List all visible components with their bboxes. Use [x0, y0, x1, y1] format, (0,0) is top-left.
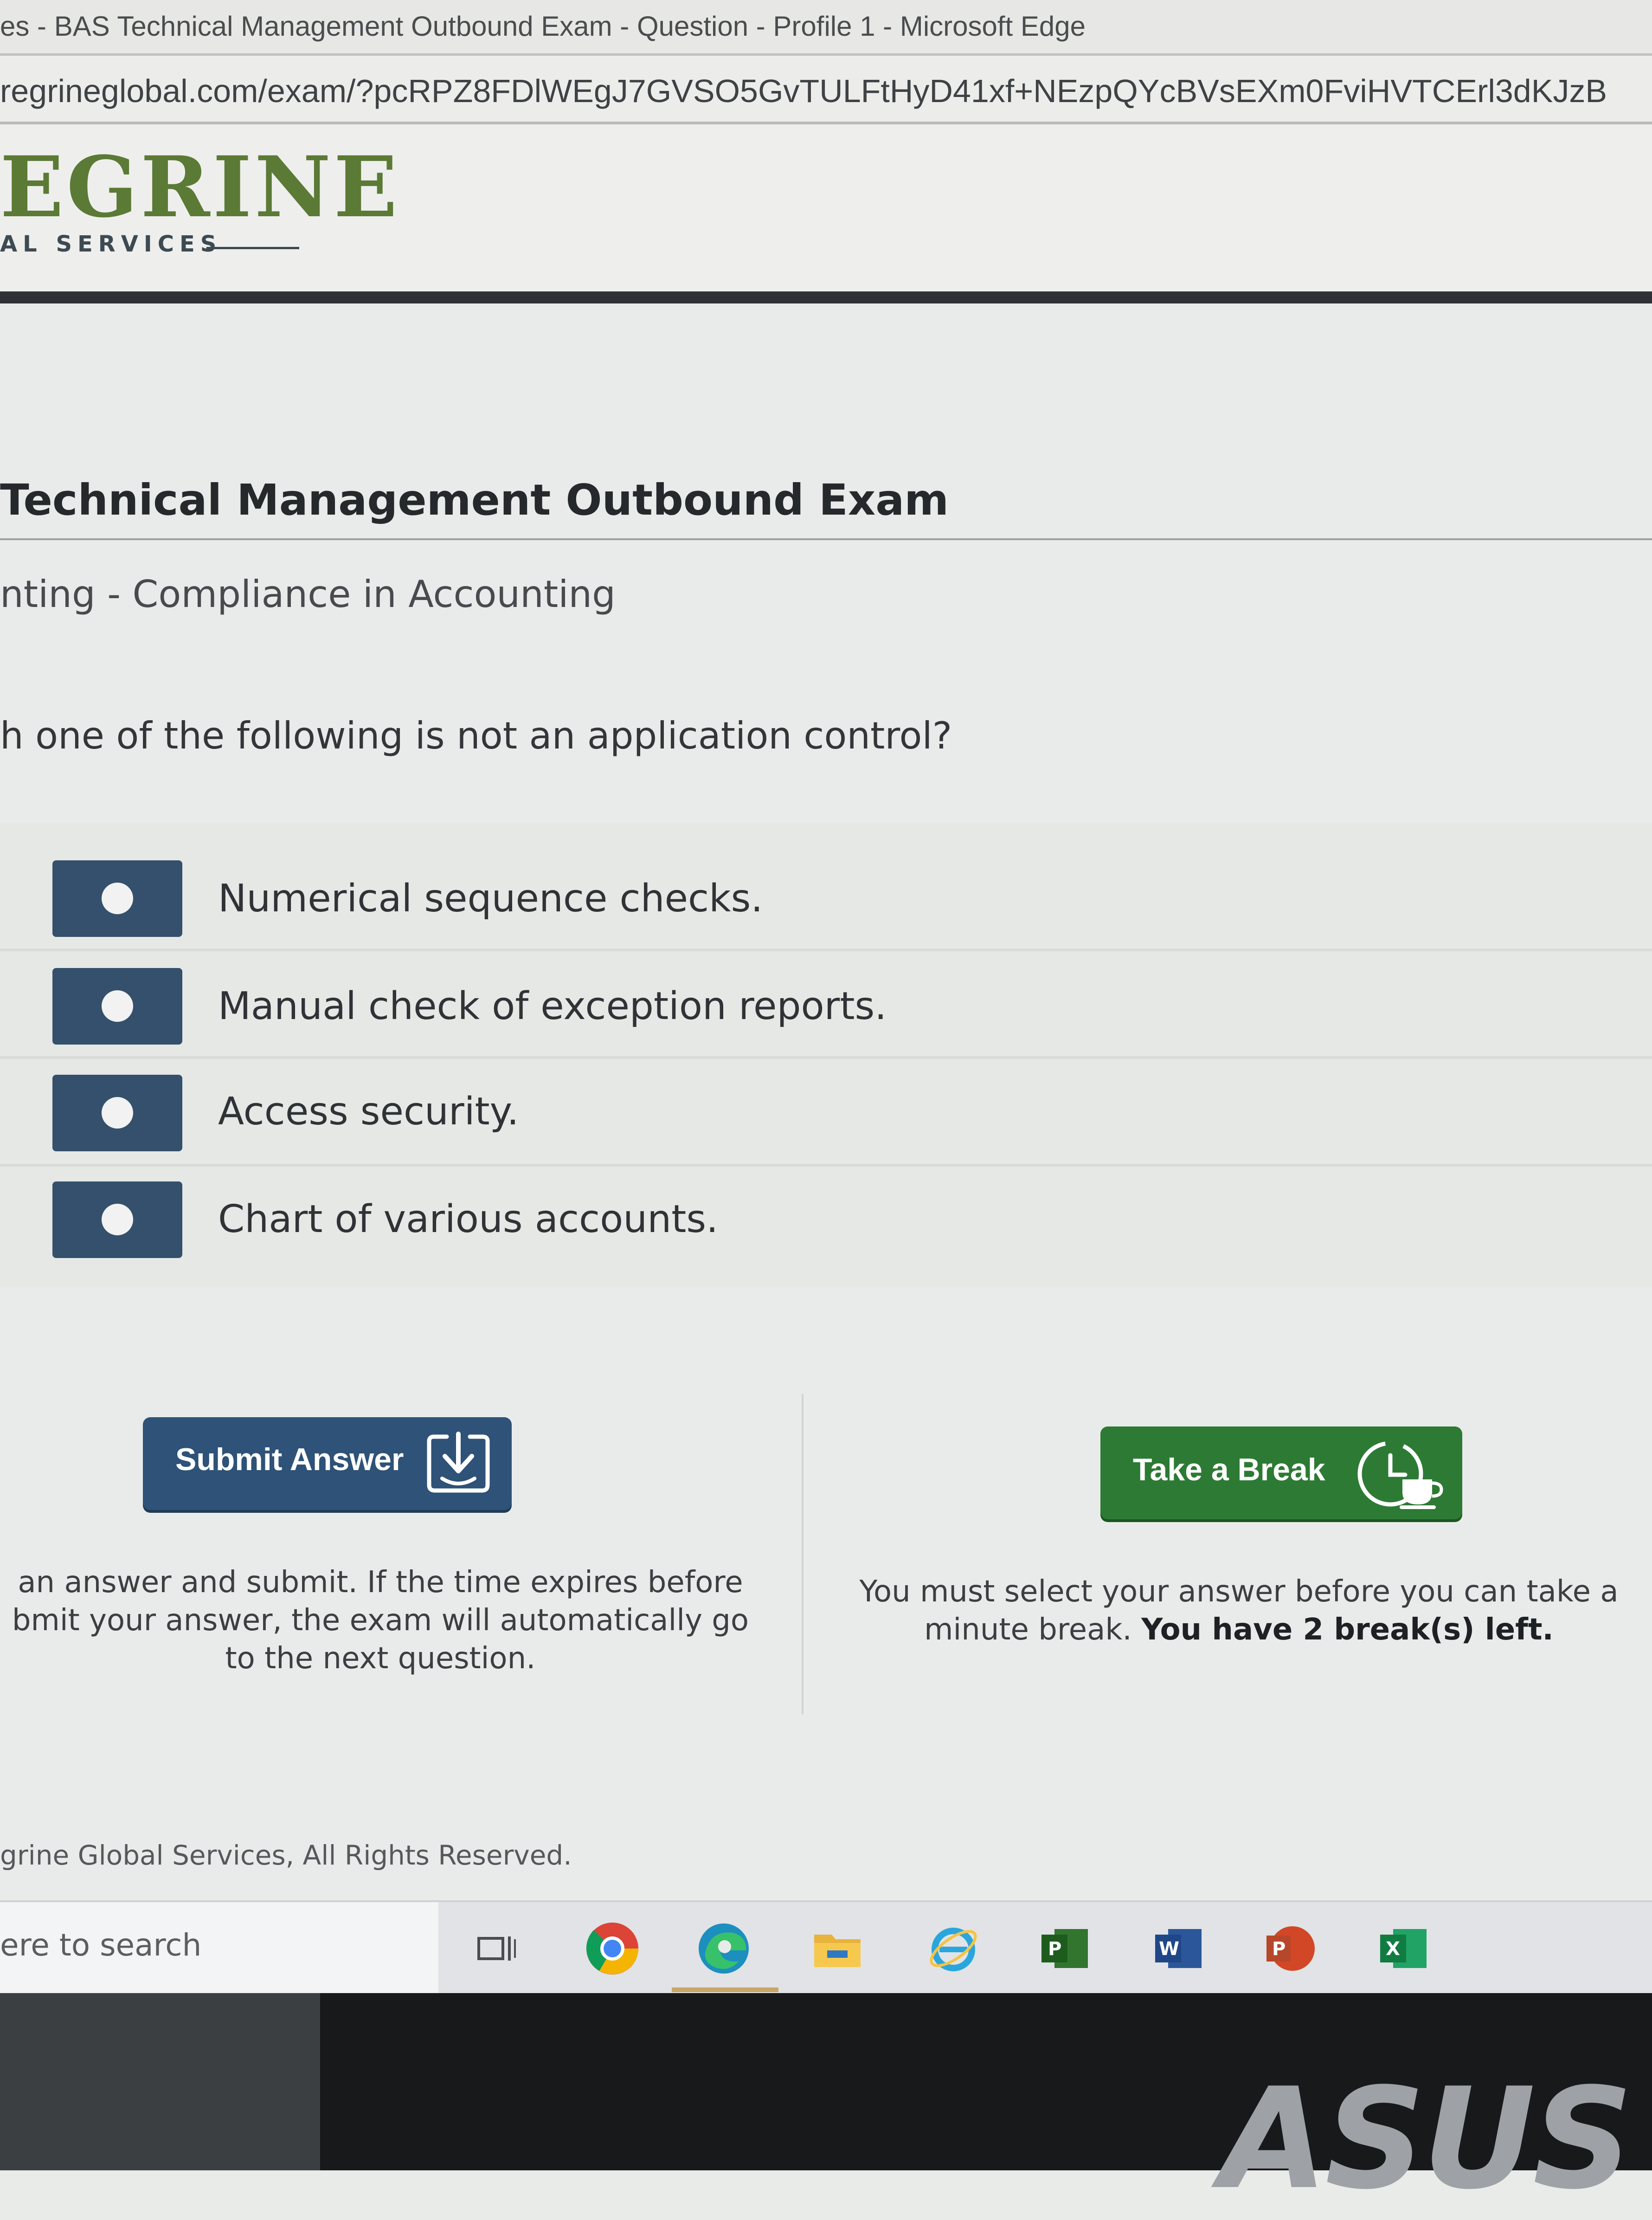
excel-icon[interactable]: X [1376, 1921, 1431, 1976]
exam-subject: nting - Compliance in Accounting [0, 573, 616, 616]
submit-instructions-line-2: bmit your answer, the exam will automati… [12, 1603, 749, 1638]
answer-radio-2[interactable] [52, 968, 182, 1045]
site-logo: EGRINE [0, 138, 400, 236]
answer-option-4[interactable]: Chart of various accounts. [0, 1174, 1652, 1271]
word-icon[interactable]: W [1151, 1921, 1206, 1976]
clock-coffee-icon [1357, 1441, 1443, 1509]
submit-instructions-line-1: an answer and submit. If the time expire… [18, 1565, 743, 1600]
break-instructions-line-2: minute break. You have 2 break(s) left. [826, 1611, 1652, 1649]
task-view-icon[interactable] [469, 1921, 524, 1976]
answer-option-1[interactable]: Numerical sequence checks. [0, 851, 1652, 951]
answer-radio-1[interactable] [52, 860, 182, 937]
answer-label-3[interactable]: Access security. [218, 1090, 519, 1134]
answer-options: Numerical sequence checks. Manual check … [0, 823, 1652, 1287]
taskbar-search-box[interactable]: ere to search [0, 1902, 438, 1995]
answer-radio-4[interactable] [52, 1181, 182, 1258]
break-instructions-line-1: You must select your answer before you c… [859, 1575, 1619, 1609]
column-divider [802, 1394, 804, 1714]
title-divider [0, 538, 1652, 540]
monitor-brand-logo: ASUS [1220, 2058, 1633, 2220]
break-instructions: You must select your answer before you c… [826, 1573, 1652, 1649]
monitor-bezel: ASUS [0, 1993, 1652, 2220]
internet-explorer-icon[interactable] [926, 1921, 981, 1976]
take-a-break-button[interactable]: Take a Break [1100, 1426, 1462, 1519]
exam-content: Technical Management Outbound Exam nting… [0, 303, 1652, 1891]
answer-label-2[interactable]: Manual check of exception reports. [218, 984, 887, 1028]
svg-text:X: X [1386, 1938, 1400, 1960]
edge-icon[interactable] [696, 1921, 752, 1976]
chrome-icon[interactable] [585, 1921, 640, 1976]
submit-instructions-line-3: to the next question. [225, 1641, 536, 1676]
answer-radio-3[interactable] [52, 1075, 182, 1151]
powerpoint-icon[interactable]: P [1262, 1921, 1318, 1976]
submit-icon [427, 1432, 490, 1493]
svg-text:W: W [1159, 1938, 1179, 1960]
header-divider [0, 291, 1652, 303]
radio-dot-icon [102, 990, 133, 1022]
svg-text:P: P [1048, 1938, 1061, 1960]
question-text: h one of the following is not an applica… [0, 714, 952, 757]
svg-text:P: P [1272, 1938, 1286, 1960]
radio-dot-icon [102, 883, 133, 914]
answer-option-2[interactable]: Manual check of exception reports. [0, 959, 1652, 1059]
break-instructions-text: minute break. [924, 1613, 1132, 1647]
site-logo-subtitle: AL SERVICES [0, 231, 222, 257]
submit-answer-label: Submit Answer [175, 1442, 404, 1477]
file-explorer-icon[interactable] [810, 1921, 865, 1976]
radio-dot-icon [102, 1204, 133, 1235]
copyright-notice: grine Global Services, All Rights Reserv… [0, 1839, 572, 1871]
taskbar-search-placeholder[interactable]: ere to search [0, 1927, 201, 1963]
radio-dot-icon [102, 1097, 133, 1129]
address-url[interactable]: regrineglobal.com/exam/?pcRPZ8FDlWEgJ7GV… [0, 72, 1607, 110]
exam-title: Technical Management Outbound Exam [0, 475, 949, 525]
window-title: es - BAS Technical Management Outbound E… [0, 11, 1086, 42]
browser-title-bar: es - BAS Technical Management Outbound E… [0, 0, 1652, 56]
breaks-remaining: You have 2 break(s) left. [1141, 1613, 1554, 1647]
active-app-indicator [672, 1988, 778, 1992]
answer-option-3[interactable]: Access security. [0, 1066, 1652, 1167]
windows-taskbar: ere to search P W P X [0, 1900, 1652, 1995]
address-bar[interactable]: regrineglobal.com/exam/?pcRPZ8FDlWEgJ7GV… [0, 56, 1652, 124]
logo-divider [206, 247, 299, 249]
answer-label-4[interactable]: Chart of various accounts. [218, 1197, 718, 1241]
submit-answer-button[interactable]: Submit Answer [143, 1417, 512, 1510]
bezel-reflection [0, 1993, 320, 2170]
take-a-break-label: Take a Break [1133, 1452, 1325, 1487]
project-icon[interactable]: P [1037, 1921, 1093, 1976]
site-header: EGRINE AL SERVICES [0, 124, 1652, 291]
answer-label-1[interactable]: Numerical sequence checks. [218, 877, 763, 921]
submit-instructions: an answer and submit. If the time expire… [0, 1563, 761, 1678]
